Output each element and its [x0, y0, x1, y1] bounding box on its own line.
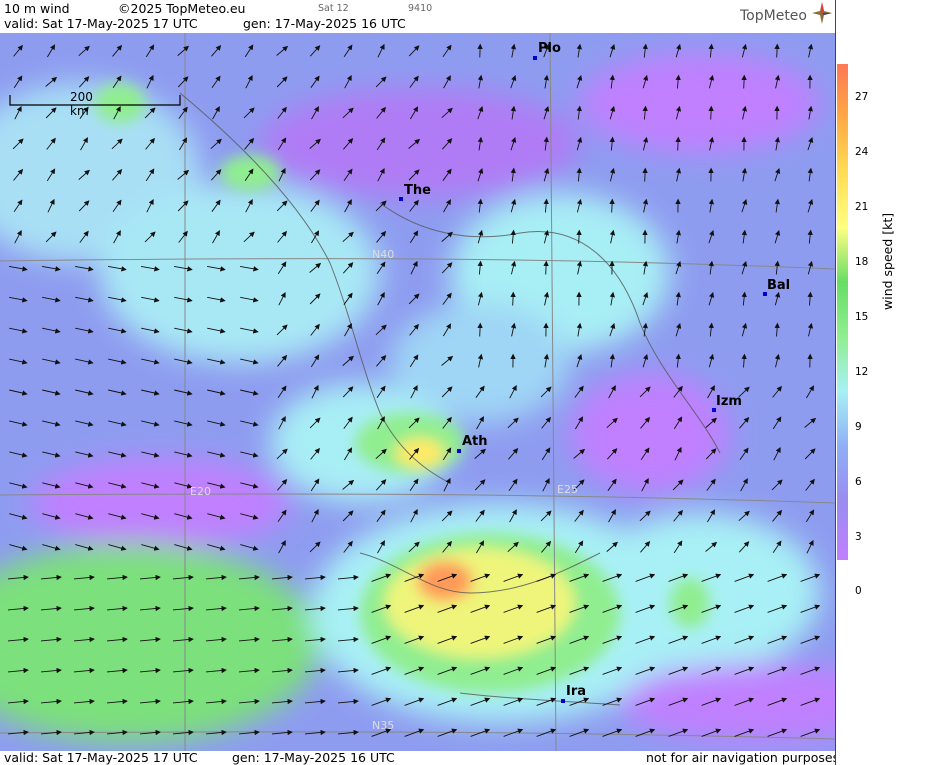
legend-title: wind speed [kt] [880, 212, 895, 310]
scale-label: 200 km [70, 90, 93, 118]
legend-tick: 12 [855, 366, 869, 378]
city-marker-plo [533, 56, 537, 60]
wind-map-canvas [0, 32, 900, 752]
city-label-ira: Ira [566, 684, 587, 699]
wind-arrow [774, 43, 780, 58]
city-label-izm: Izm [716, 394, 742, 409]
wind-map[interactable]: 200 km N40 N35 E20 E25 Plo The Bal Izm A… [0, 32, 900, 752]
header-bar: 10 m wind ©2025 TopMeteo.eu valid: Sat 1… [0, 0, 835, 32]
topmeteo-logo: TopMeteo [740, 8, 807, 24]
sat-label: Sat 12 [318, 3, 349, 14]
footer-bar: valid: Sat 17-May-2025 17 UTC gen: 17-Ma… [0, 750, 839, 765]
footer-notice: not for air navigation purposes [646, 750, 840, 765]
valid-time: valid: Sat 17-May-2025 17 UTC [4, 16, 198, 31]
wind-arrow [609, 198, 615, 213]
legend-tick: 24 [855, 146, 869, 158]
lon-label-e25: E25 [557, 483, 578, 496]
run-code: 9410 [408, 3, 433, 14]
wind-arrow [708, 105, 714, 120]
city-marker-ath [457, 449, 461, 453]
wind-arrow [543, 260, 549, 275]
color-bar [837, 64, 848, 560]
legend-tick: 6 [855, 476, 862, 488]
lat-label-n35: N35 [372, 719, 395, 732]
wind-arrow [741, 74, 747, 89]
wind-arrow [510, 291, 516, 306]
legend-tick: 9 [855, 421, 862, 433]
legend-tick: 0 [855, 585, 862, 597]
lat-label-n40: N40 [372, 248, 395, 261]
city-label-plo: Plo [538, 41, 561, 56]
city-label-ath: Ath [462, 434, 488, 449]
wind-arrow [642, 167, 648, 182]
wind-arrow [675, 136, 681, 151]
copyright-text: ©2025 TopMeteo.eu [118, 1, 246, 16]
legend-panel: 27 24 21 18 15 12 9 6 3 0 wind speed [kt… [835, 0, 925, 765]
legend-tick: 27 [855, 91, 869, 103]
city-marker-the [399, 197, 403, 201]
city-label-bal: Bal [767, 278, 791, 293]
legend-tick: 21 [855, 201, 869, 213]
city-marker-ira [561, 699, 565, 703]
footer-valid-time: valid: Sat 17-May-2025 17 UTC [4, 750, 198, 765]
legend-tick: 3 [855, 531, 862, 543]
legend-tick: 15 [855, 311, 869, 323]
wind-arrow [576, 229, 582, 244]
city-label-the: The [404, 183, 431, 198]
wind-arrow [477, 322, 483, 337]
product-title: 10 m wind [4, 1, 70, 16]
footer-gen-time: gen: 17-May-2025 16 UTC [232, 750, 395, 765]
legend-tick: 18 [855, 256, 869, 268]
compass-star-icon [812, 2, 832, 24]
gen-time: gen: 17-May-2025 16 UTC [243, 16, 406, 31]
lon-label-e20: E20 [190, 485, 211, 498]
